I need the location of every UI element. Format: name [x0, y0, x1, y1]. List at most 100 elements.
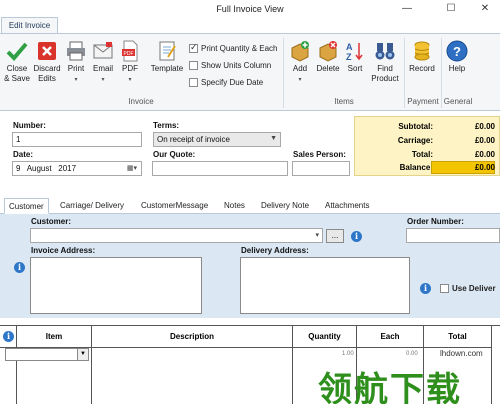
order-number-input[interactable] — [406, 228, 500, 243]
carriage-row: Carriage: £0.00 — [355, 134, 500, 147]
total-label: Total: — [411, 150, 433, 159]
balance-value: £0.00 — [474, 163, 495, 172]
chevron-down-icon[interactable]: ▼ — [270, 135, 277, 142]
tab-carriage-delivery[interactable]: Carriage/ Delivery — [56, 200, 128, 214]
date-picker[interactable]: 9 August 2017 ▦▾ — [12, 161, 142, 176]
date-month[interactable]: August — [27, 164, 52, 173]
print-button[interactable]: Print ▾ — [64, 40, 88, 85]
info-icon[interactable]: i — [14, 262, 25, 273]
invoice-address-label: Invoice Address: — [31, 246, 96, 255]
find-product-button[interactable]: Find Product — [369, 40, 401, 84]
column-header-item[interactable]: Item — [17, 326, 92, 348]
order-number-label: Order Number: — [407, 217, 464, 226]
total-row: Total: £0.00 — [355, 148, 500, 161]
column-header-each[interactable]: Each — [357, 326, 424, 348]
sales-person-label: Sales Person: — [293, 150, 346, 159]
record-label: Record — [409, 64, 435, 73]
row1-each[interactable]: 0.00 — [406, 351, 418, 357]
envelope-icon — [93, 42, 113, 59]
tab-customer[interactable]: Customer — [4, 198, 49, 214]
column-header-description[interactable]: Description — [92, 326, 293, 348]
subtotal-value: £0.00 — [474, 122, 495, 131]
info-icon[interactable]: i — [351, 231, 362, 242]
our-quote-label: Our Quote: — [153, 150, 196, 159]
pdf-button[interactable]: PDF PDF ▾ — [118, 40, 142, 85]
ribbon-tab-edit-invoice[interactable]: Edit Invoice — [1, 17, 58, 34]
close-save-label-2: & Save — [4, 74, 30, 83]
discard-label-2: Edits — [38, 74, 56, 83]
delete-label: Delete — [316, 64, 340, 73]
use-delivery-check[interactable] — [440, 284, 449, 293]
window-title: Full Invoice View — [216, 4, 284, 14]
show-units-check[interactable] — [189, 61, 198, 70]
chevron-down-icon[interactable]: ▼ — [77, 349, 88, 360]
invoice-address-textarea[interactable] — [30, 257, 202, 314]
close-save-button[interactable]: Close & Save — [4, 40, 30, 84]
terms-label: Terms: — [153, 121, 180, 130]
tab-attachments[interactable]: Attachments — [321, 200, 373, 214]
pdf-dropdown-icon[interactable]: ▾ — [128, 77, 131, 83]
chevron-down-icon[interactable]: ▾ — [315, 231, 319, 239]
terms-select[interactable]: On receipt of invoice ▼ — [153, 132, 281, 147]
subtotal-label: Subtotal: — [398, 122, 433, 131]
row1-quantity[interactable]: 1.00 — [342, 351, 354, 357]
discard-edits-button[interactable]: Discard Edits — [33, 40, 61, 84]
help-button[interactable]: ? Help — [445, 40, 469, 74]
specify-due-check[interactable] — [189, 78, 198, 87]
delivery-address-textarea[interactable] — [240, 257, 410, 314]
group-label-general: General — [443, 97, 473, 106]
use-delivery-checkbox[interactable]: Use Deliver — [440, 284, 496, 293]
maximize-button[interactable]: ☐ — [438, 2, 464, 16]
template-label: Template — [150, 64, 184, 73]
print-quantity-check[interactable] — [189, 42, 198, 53]
item-select-row-1[interactable]: ▼ — [5, 348, 89, 361]
close-window-button[interactable]: ✕ — [472, 2, 498, 16]
group-label-payment: Payment — [407, 97, 439, 106]
customer-select[interactable]: ▾ — [30, 228, 323, 243]
info-icon[interactable]: i — [420, 283, 431, 294]
template-button[interactable]: Template — [148, 40, 186, 74]
add-item-button[interactable]: Add ▾ — [288, 40, 312, 85]
print-label: Print — [67, 64, 85, 73]
pdf-label: PDF — [122, 64, 138, 73]
customer-label: Customer: — [31, 217, 72, 226]
detail-tabs: Customer Carriage/ Delivery CustomerMess… — [0, 198, 500, 214]
date-day[interactable]: 9 — [16, 164, 20, 173]
show-units-checkbox[interactable]: Show Units Column — [189, 61, 271, 70]
minimize-button[interactable]: — — [394, 2, 420, 16]
tab-delivery-note[interactable]: Delivery Note — [257, 200, 313, 214]
date-label: Date: — [13, 150, 34, 159]
info-icon[interactable]: i — [3, 331, 14, 342]
email-dropdown-icon[interactable]: ▾ — [101, 77, 104, 83]
discard-icon — [38, 42, 56, 60]
record-payment-button[interactable]: Record — [407, 40, 437, 74]
sort-button[interactable]: AZ Sort — [344, 40, 366, 74]
print-dropdown-icon[interactable]: ▾ — [74, 77, 77, 83]
sales-person-input[interactable] — [292, 161, 350, 176]
show-units-label: Show Units Column — [201, 61, 272, 70]
ribbon: Close & Save Discard Edits Print ▾ Email… — [0, 33, 500, 111]
add-dropdown-icon[interactable]: ▾ — [298, 77, 301, 83]
delete-item-button[interactable]: Delete — [315, 40, 341, 74]
delivery-address-label: Delivery Address: — [241, 246, 309, 255]
email-button[interactable]: Email ▾ — [91, 40, 115, 85]
calendar-icon[interactable]: ▦▾ — [127, 164, 137, 172]
coins-icon — [414, 41, 430, 61]
column-header-quantity[interactable]: Quantity — [293, 326, 357, 348]
print-quantity-checkbox[interactable]: Print Quantity & Each — [189, 42, 278, 53]
date-year[interactable]: 2017 — [58, 164, 76, 173]
pdf-icon: PDF — [122, 40, 138, 62]
discard-label-1: Discard — [33, 64, 61, 73]
column-header-total[interactable]: Total — [424, 326, 492, 348]
print-quantity-label: Print Quantity & Each — [201, 44, 278, 53]
use-delivery-label: Use Deliver — [452, 284, 496, 293]
svg-text:PDF: PDF — [124, 51, 134, 57]
number-input[interactable]: 1 — [12, 132, 142, 147]
sort-az-icon: AZ — [346, 42, 363, 62]
carriage-label: Carriage: — [397, 136, 433, 145]
tab-customer-message[interactable]: CustomerMessage — [137, 200, 212, 214]
our-quote-input[interactable] — [152, 161, 288, 176]
browse-customer-button[interactable]: ... — [326, 229, 344, 243]
specify-due-checkbox[interactable]: Specify Due Date — [189, 78, 263, 87]
tab-notes[interactable]: Notes — [220, 200, 249, 214]
